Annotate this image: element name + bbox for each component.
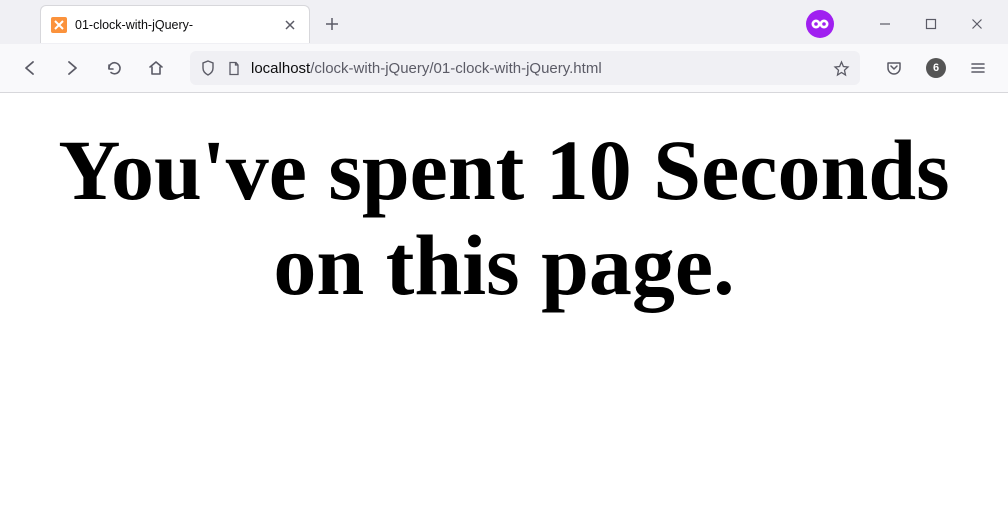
new-tab-button[interactable]: [318, 10, 346, 38]
page-content: You've spent 10 Seconds on this page.: [0, 93, 1008, 342]
pocket-button[interactable]: [878, 52, 910, 84]
notifications-button[interactable]: 6: [920, 52, 952, 84]
close-window-button[interactable]: [954, 6, 1000, 42]
reload-button[interactable]: [98, 52, 130, 84]
shield-icon: [200, 60, 216, 76]
back-button[interactable]: [14, 52, 46, 84]
close-tab-icon[interactable]: [281, 16, 299, 34]
home-button[interactable]: [140, 52, 172, 84]
notification-count-badge: 6: [926, 58, 946, 78]
minimize-button[interactable]: [862, 6, 908, 42]
window-controls: [806, 6, 1000, 42]
address-bar[interactable]: localhost/clock-with-jQuery/01-clock-wit…: [190, 51, 860, 85]
browser-chrome: 01-clock-with-jQuery-: [0, 0, 1008, 93]
forward-button[interactable]: [56, 52, 88, 84]
app-menu-button[interactable]: [962, 52, 994, 84]
navigation-toolbar: localhost/clock-with-jQuery/01-clock-wit…: [0, 44, 1008, 92]
bookmark-star-icon[interactable]: [833, 60, 850, 77]
browser-tab[interactable]: 01-clock-with-jQuery-: [40, 5, 310, 43]
xampp-favicon: [51, 17, 67, 33]
url-display: localhost/clock-with-jQuery/01-clock-wit…: [251, 60, 823, 77]
url-path: /clock-with-jQuery/01-clock-with-jQuery.…: [310, 60, 601, 77]
time-spent-heading: You've spent 10 Seconds on this page.: [20, 123, 988, 312]
tab-bar: 01-clock-with-jQuery-: [0, 0, 1008, 44]
url-domain: localhost: [251, 60, 310, 77]
page-info-icon[interactable]: [226, 61, 241, 76]
account-avatar-icon[interactable]: [806, 10, 834, 38]
maximize-button[interactable]: [908, 6, 954, 42]
tab-title: 01-clock-with-jQuery-: [75, 18, 273, 32]
